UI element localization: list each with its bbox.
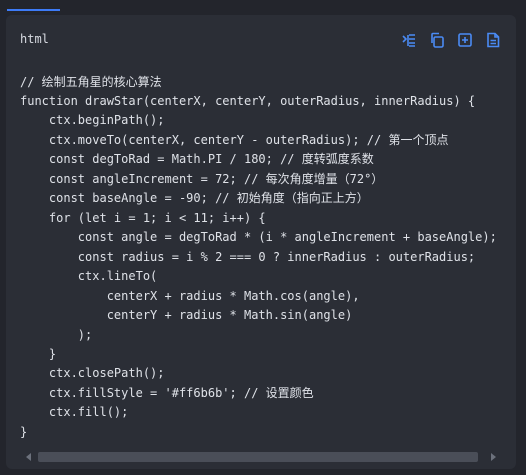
code-line: ); — [20, 328, 93, 342]
code-line: ctx.fill(); — [20, 405, 129, 419]
scroll-right-arrow-icon[interactable] — [491, 453, 496, 461]
save-file-icon[interactable] — [484, 32, 502, 48]
code-line: ctx.lineTo( — [20, 269, 158, 283]
code-line: ctx.moveTo(centerX, centerY - outerRadiu… — [20, 133, 449, 147]
code-line: const baseAngle = -90; // 初始角度（指向正上方） — [20, 191, 369, 205]
code-line: ctx.beginPath(); — [20, 113, 165, 127]
code-language-label: html — [20, 32, 49, 46]
code-block: html // 绘制五角星的核心算法 function drawStar(cen… — [6, 15, 516, 469]
code-line: const angleIncrement = 72; // 每次角度增量（72°… — [20, 172, 384, 186]
scroll-left-arrow-icon[interactable] — [26, 453, 31, 461]
code-line: } — [20, 347, 57, 361]
code-line: ctx.fillStyle = '#ff6b6b'; // 设置颜色 — [20, 386, 314, 400]
active-tab-indicator — [7, 9, 60, 11]
scrollbar-thumb[interactable] — [38, 452, 478, 462]
code-line: // 绘制五角星的核心算法 — [20, 75, 162, 89]
code-content[interactable]: // 绘制五角星的核心算法 function drawStar(centerX,… — [6, 61, 516, 445]
code-block-header: html — [6, 15, 516, 61]
code-line: centerX + radius * Math.cos(angle), — [20, 289, 360, 303]
code-line: ctx.closePath(); — [20, 366, 165, 380]
code-line: const degToRad = Math.PI / 180; // 度转弧度系… — [20, 152, 374, 166]
horizontal-scrollbar[interactable] — [20, 451, 502, 463]
code-line: const angle = degToRad * (i * angleIncre… — [20, 230, 497, 244]
code-line: } — [20, 425, 28, 439]
code-line: centerY + radius * Math.sin(angle) — [20, 308, 353, 322]
insert-code-icon[interactable] — [400, 32, 418, 48]
add-file-icon[interactable] — [456, 32, 474, 48]
code-line: for (let i = 1; i < 11; i++) { — [20, 211, 266, 225]
code-line: const radius = i % 2 === 0 ? innerRadius… — [20, 250, 476, 264]
copy-icon[interactable] — [428, 32, 446, 48]
code-line: function drawStar(centerX, centerY, oute… — [20, 94, 476, 108]
code-toolbar — [400, 32, 502, 48]
